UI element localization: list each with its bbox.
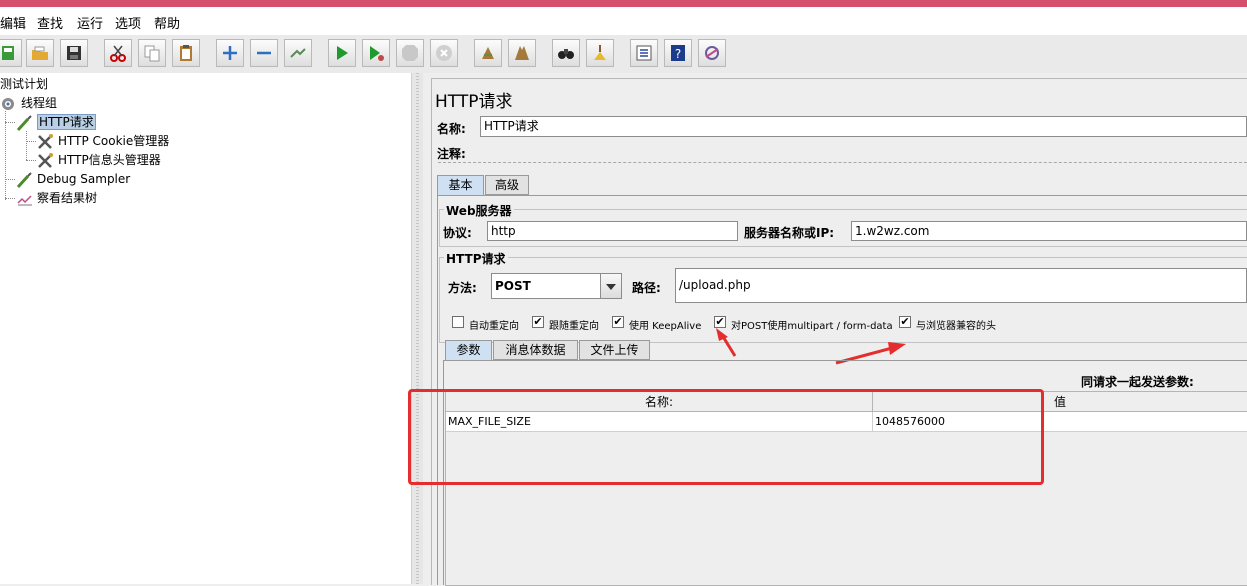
help-icon[interactable]: ? [664,39,692,67]
keepalive-label: 使用 KeepAlive [629,321,702,332]
tree-label-thread-group: 线程组 [21,96,58,110]
method-label: 方法: [448,281,477,295]
pipette-icon [16,171,34,188]
menu-search[interactable]: 查找 [37,13,63,32]
auto-redirect-checkbox[interactable] [452,316,464,328]
tree-node-http-request[interactable]: HTTP请求 [16,113,96,131]
tree-label-header-manager: HTTP信息头管理器 [58,153,161,167]
save-icon[interactable] [60,39,88,67]
browser-headers-label: 与浏览器兼容的头 [916,321,996,332]
search-icon[interactable] [552,39,580,67]
tab-body-data[interactable]: 消息体数据 [493,340,578,360]
wrench-icon [37,133,55,150]
tree-node-test-plan[interactable]: 测试计划 [0,75,48,93]
function-helper-icon[interactable] [630,39,658,67]
follow-redirect-checkbox[interactable]: ✔ [532,316,544,328]
tree-connector [5,179,15,180]
server-label: 服务器名称或IP: [744,226,835,240]
expand-icon[interactable] [216,39,244,67]
keepalive-checkbox[interactable]: ✔ [612,316,624,328]
clear-icon[interactable] [474,39,502,67]
tree-label-cookie-manager: HTTP Cookie管理器 [58,134,170,148]
tree-node-result-tree[interactable]: 察看结果树 [16,189,97,207]
tab-basic[interactable]: 基本 [437,175,484,195]
method-select[interactable]: POST [491,273,622,299]
gear-icon [0,96,18,112]
tab-parameters[interactable]: 参数 [445,340,492,360]
start-no-pause-icon[interactable] [362,39,390,67]
menu-edit[interactable]: 编辑 [0,13,26,32]
menu-help[interactable]: 帮助 [154,13,180,32]
cut-icon[interactable] [104,39,132,67]
tree-label-test-plan: 测试计划 [0,77,49,91]
open-icon[interactable] [26,39,54,67]
paste-icon[interactable] [172,39,200,67]
chart-icon [16,191,34,207]
menu-options[interactable]: 选项 [115,13,141,32]
auto-redirect-label: 自动重定向 [469,321,519,332]
tree-connector [26,141,36,142]
server-field[interactable]: 1.w2wz.com [851,221,1247,241]
wrench-icon [37,152,55,169]
menu-run[interactable]: 运行 [77,13,103,32]
http-request-group-title: HTTP请求 [444,250,508,267]
tree-connector [5,111,6,200]
tree-connector [26,131,27,160]
name-label: 名称: [437,122,466,136]
window-title-bar [0,0,1247,7]
tree-connector [5,198,15,199]
remote-icon[interactable] [698,39,726,67]
protocol-label: 协议: [443,226,472,240]
tree-node-thread-group[interactable]: 线程组 [0,94,57,112]
toggle-icon[interactable] [284,39,312,67]
tab-file-upload[interactable]: 文件上传 [579,340,650,360]
svg-text:?: ? [675,47,681,61]
clear-all-icon[interactable] [508,39,536,67]
tree-label-debug-sampler: Debug Sampler [37,172,131,186]
tree-node-debug-sampler[interactable]: Debug Sampler [16,170,130,188]
tree-connector [26,160,36,161]
test-plan-tree: 测试计划 线程组 HTTP请求 HTTP Cookie管理器 HTTP信息头管理… [0,73,411,584]
comment-label: 注释: [437,147,466,161]
shutdown-icon[interactable] [430,39,458,67]
pipette-icon [16,114,34,131]
chevron-down-icon[interactable] [600,274,621,298]
tree-node-header-manager[interactable]: HTTP信息头管理器 [37,151,161,169]
comment-divider [438,162,1247,163]
path-field[interactable]: /upload.php [675,268,1247,303]
protocol-field[interactable]: http [487,221,738,241]
web-server-group-title: Web服务器 [444,202,514,219]
name-field[interactable]: HTTP请求 [480,116,1247,137]
tree-label-result-tree: 察看结果树 [37,191,98,205]
tab-advanced[interactable]: 高级 [485,175,529,195]
panel-title: HTTP请求 [435,92,513,112]
path-label: 路径: [632,281,661,295]
tree-node-cookie-manager[interactable]: HTTP Cookie管理器 [37,132,169,150]
follow-redirect-label: 跟随重定向 [549,321,599,332]
new-icon[interactable] [0,39,22,67]
start-icon[interactable] [328,39,356,67]
collapse-icon[interactable] [250,39,278,67]
stop-icon[interactable] [396,39,424,67]
annotation-highlight-box [408,389,1044,485]
method-value: POST [495,279,531,293]
copy-icon[interactable] [138,39,166,67]
params-header: 同请求一起发送参数: [1081,375,1194,389]
reset-search-icon[interactable] [586,39,614,67]
tree-connector [5,122,15,123]
tree-label-http-request: HTTP请求 [37,114,96,130]
menu-bar: 编辑 查找 运行 选项 帮助 [0,7,1247,35]
toolbar: ? [0,35,1247,74]
